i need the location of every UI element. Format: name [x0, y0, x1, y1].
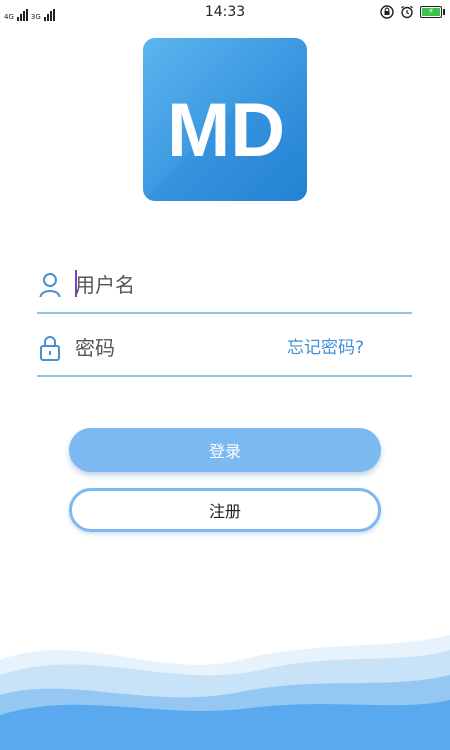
status-bar: 4G 3G 14:33 ⚡: [0, 0, 450, 24]
app-logo: MD: [143, 38, 307, 201]
username-field[interactable]: [37, 262, 412, 314]
username-input[interactable]: [75, 270, 295, 300]
logo-letters: MD: [167, 88, 285, 173]
password-input[interactable]: [75, 333, 295, 363]
login-button[interactable]: 登录: [69, 428, 381, 472]
register-button[interactable]: 注册: [69, 488, 381, 532]
wave-background-decoration: [0, 635, 450, 750]
md-logo-icon: MD: [143, 88, 307, 201]
password-field[interactable]: 忘记密码?: [37, 325, 412, 377]
status-time: 14:33: [204, 4, 246, 20]
battery-charging-icon: ⚡: [420, 6, 445, 18]
lock-icon: [40, 336, 60, 361]
forgot-password-link[interactable]: 忘记密码?: [287, 333, 364, 358]
user-icon: [39, 273, 61, 298]
